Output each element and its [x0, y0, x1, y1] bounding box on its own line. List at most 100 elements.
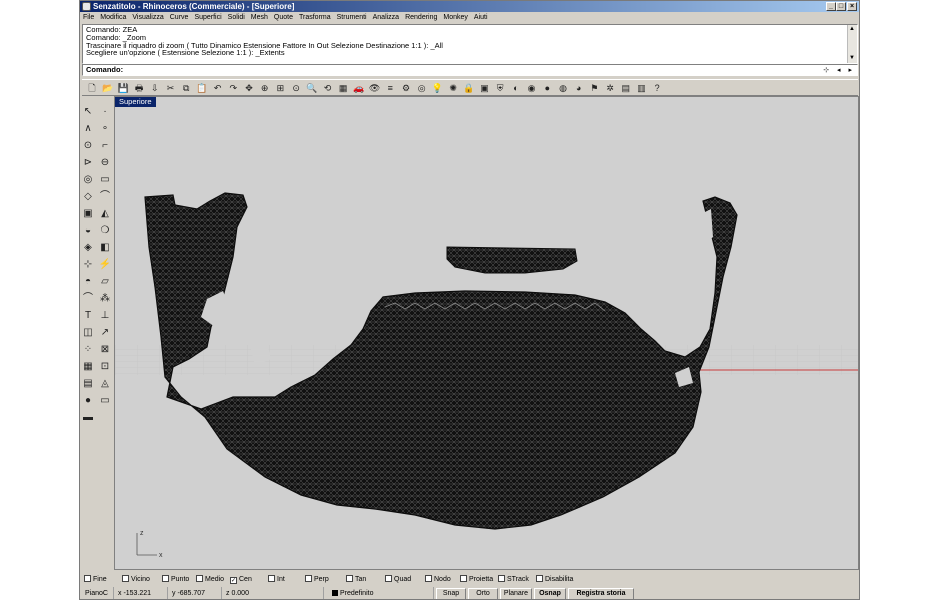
select-arrow-icon[interactable]: ↖ — [81, 105, 95, 119]
history-scrollbar[interactable]: ▲ ▼ — [847, 25, 857, 63]
calc-icon[interactable]: ▥ — [636, 82, 648, 94]
zoom-selected-icon[interactable]: ⊙ — [290, 82, 302, 94]
transform-icon[interactable]: ◫ — [81, 326, 95, 340]
menu-modifica[interactable]: Modifica — [100, 14, 126, 21]
menu-quote[interactable]: Quote — [274, 14, 293, 21]
save-icon[interactable]: 💾 — [117, 82, 129, 94]
wireframe-icon[interactable]: ⊡ — [98, 360, 112, 374]
point-icon[interactable]: · — [98, 105, 112, 119]
array-icon[interactable]: ⊹ — [81, 258, 95, 272]
new-file-icon[interactable]: 🗋 — [86, 82, 98, 94]
menu-superfici[interactable]: Superfici — [194, 14, 221, 21]
ball-icon[interactable]: ● — [81, 394, 95, 408]
boolean-icon[interactable]: ◈ — [81, 241, 95, 255]
osnap-checkbox[interactable] — [196, 575, 203, 582]
osnap-strack[interactable]: STrack — [498, 573, 529, 586]
command-nav-icons[interactable]: ⊹ ◂ ▸ — [823, 66, 855, 76]
sphere-icon[interactable]: ● — [541, 82, 553, 94]
sweep-icon[interactable]: ◭ — [98, 207, 112, 221]
menu-solidi[interactable]: Solidi — [228, 14, 245, 21]
maximize-button[interactable]: □ — [836, 2, 846, 11]
rotate-view-icon[interactable]: ⟲ — [322, 82, 334, 94]
osnap-quad[interactable]: Quad — [385, 573, 411, 586]
gumball-icon[interactable]: ◬ — [98, 377, 112, 391]
plane-icon[interactable]: ▱ — [98, 275, 112, 289]
osnap-checkbox[interactable] — [460, 575, 467, 582]
color-wheel-icon[interactable]: ◐ — [510, 82, 522, 94]
eye-icon[interactable]: 👁 — [369, 82, 381, 94]
flag-icon[interactable]: ⚑ — [588, 82, 600, 94]
snap-icon[interactable]: ↗ — [98, 326, 112, 340]
title-bar[interactable]: Senzatitolo - Rhinoceros (Commerciale) -… — [80, 1, 859, 12]
scatter-icon[interactable]: ⁂ — [98, 292, 112, 306]
menu-trasforma[interactable]: Trasforma — [299, 14, 331, 21]
layer-icon[interactable]: ▤ — [81, 377, 95, 391]
properties-icon[interactable]: ⚙ — [400, 82, 412, 94]
registra-storia-pane[interactable]: Registra storia — [568, 588, 634, 599]
globe-icon[interactable]: ◉ — [526, 82, 538, 94]
osnap-checkbox[interactable] — [122, 575, 129, 582]
osnap-fine[interactable]: Fine — [84, 573, 107, 586]
plane-tool-icon[interactable]: ▭ — [98, 394, 112, 408]
osnap-checkbox[interactable] — [268, 575, 275, 582]
viewport-canvas[interactable]: z x — [115, 97, 859, 570]
group-icon[interactable]: ⁘ — [81, 343, 95, 357]
extrude-icon[interactable]: ◧ — [98, 241, 112, 255]
menu-visualizza[interactable]: Visualizza — [132, 14, 163, 21]
copy-icon[interactable]: ⧉ — [180, 82, 192, 94]
paste-icon[interactable]: 📋 — [196, 82, 208, 94]
bulb-icon[interactable]: ✺ — [447, 82, 459, 94]
command-line[interactable]: Comando: ⊹ ◂ ▸ — [82, 64, 858, 76]
fillet-icon[interactable]: ⌒ — [81, 292, 95, 306]
osnap-checkbox[interactable] — [346, 575, 353, 582]
lightning-icon[interactable]: ⚡ — [98, 258, 112, 272]
osnap-checkbox[interactable] — [498, 575, 505, 582]
shield-icon[interactable]: ⛨ — [494, 82, 506, 94]
help-icon[interactable]: ? — [651, 82, 663, 94]
rectangle-icon[interactable]: ⌐ — [98, 139, 112, 153]
gear-icon[interactable]: ✲ — [604, 82, 616, 94]
open-icon[interactable]: 📂 — [102, 82, 114, 94]
osnap-checkbox[interactable] — [162, 575, 169, 582]
scroll-down-icon[interactable]: ▼ — [849, 55, 855, 63]
viewport-title-tab[interactable]: Superiore — [115, 97, 156, 107]
floating-bar-mesh[interactable] — [446, 246, 578, 274]
osnap-int[interactable]: Int — [268, 573, 285, 586]
block-icon[interactable]: ⊠ — [98, 343, 112, 357]
sphere-mesh-icon[interactable]: ◓ — [81, 275, 95, 289]
cut-icon[interactable]: ✂ — [165, 82, 177, 94]
dimension-icon[interactable]: ⊥ — [98, 309, 112, 323]
layers-icon[interactable]: ≡ — [384, 82, 396, 94]
orto-pane[interactable]: Orto — [468, 588, 498, 599]
curve-icon[interactable]: ⌒ — [98, 190, 112, 204]
snap-pane[interactable]: Snap — [436, 588, 466, 599]
osnap-checkbox[interactable] — [425, 575, 432, 582]
menu-rendering[interactable]: Rendering — [405, 14, 437, 21]
lock-icon[interactable]: 🔒 — [463, 82, 475, 94]
status-layer[interactable]: Predefinito — [328, 587, 434, 599]
planare-pane[interactable]: Planare — [500, 588, 532, 599]
target-icon[interactable]: ◎ — [416, 82, 428, 94]
osnap-checkbox[interactable] — [536, 575, 543, 582]
close-button[interactable]: × — [847, 2, 857, 11]
circle-center-icon[interactable]: ◎ — [81, 173, 95, 187]
osnap-medio[interactable]: Medio — [196, 573, 224, 586]
osnap-checkbox[interactable] — [385, 575, 392, 582]
sphere-group-icon[interactable]: ❍ — [98, 224, 112, 238]
box-icon[interactable]: ▣ — [479, 82, 491, 94]
cylinder-icon[interactable]: ◒ — [81, 224, 95, 238]
menu-strumenti[interactable]: Strumenti — [337, 14, 367, 21]
pan-icon[interactable]: ✥ — [243, 82, 255, 94]
osnap-pane[interactable]: Osnap — [534, 588, 566, 599]
folder-icon[interactable]: ▤ — [620, 82, 632, 94]
minimize-button[interactable]: _ — [826, 2, 836, 11]
sphere-blue-icon[interactable]: ◕ — [573, 82, 585, 94]
osnap-disabilita[interactable]: Disabilita — [536, 573, 573, 586]
osnap-tan[interactable]: Tan — [346, 573, 366, 586]
zoom-window-icon[interactable]: ⊕ — [259, 82, 271, 94]
text-icon[interactable]: T — [81, 309, 95, 323]
box-icon[interactable]: ▣ — [81, 207, 95, 221]
surface-icon[interactable]: ◇ — [81, 190, 95, 204]
ruler-icon[interactable]: ▬ — [81, 411, 95, 425]
zoom-extents-icon[interactable]: ⊞ — [274, 82, 286, 94]
